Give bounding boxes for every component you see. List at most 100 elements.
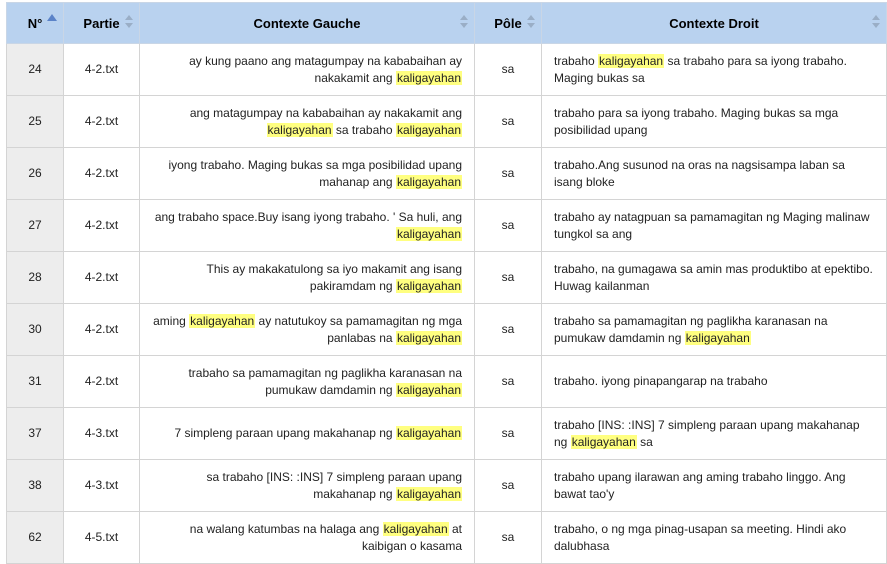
cell-contexte-gauche: ang matagumpay na kababaihan ay nakakami… [139,95,475,148]
table-row[interactable]: 37 4-3.txt 7 simpleng paraan upang makahan… [6,407,887,460]
cell-num: 38 [6,459,64,512]
sort-icon [125,15,133,29]
cell-contexte-droit: trabaho sa pamamagitan ng paglikha karan… [541,303,887,356]
column-header-num[interactable]: N° [6,2,64,44]
table-body: 24 4-2.txt ay kung paano ang matagumpay na… [6,43,887,564]
cell-contexte-gauche: na walang katumbas na halaga ang kaligay… [139,511,475,564]
cell-contexte-gauche: ang trabaho space.Buy isang iyong trabah… [139,199,475,252]
keyword-highlight: kaligayahan [598,53,665,68]
cell-contexte-droit: trabaho ay natagpuan sa pamamagitan ng M… [541,199,887,252]
cell-pole: sa [474,303,542,356]
keyword-highlight: kaligayahan [395,426,462,440]
context-text: sa [636,434,653,449]
cell-contexte-gauche: This ay makakatulong sa iyo makamit ang … [139,251,475,304]
cell-contexte-gauche: sa trabaho [INS: :INS] 7 simpleng paraan… [139,459,475,512]
keyword-highlight: kaligayahan [395,122,462,137]
cell-contexte-droit: trabaho kaligayahan sa trabaho para sa i… [541,43,887,96]
cell-pole: sa [474,95,542,148]
header-row: N° Partie Contexte Gauche Pôle Contexte … [6,2,887,44]
keyword-highlight: kaligayahan [395,278,462,293]
column-header-contexte-gauche[interactable]: Contexte Gauche [139,2,475,44]
cell-pole: sa [474,43,542,96]
cell-contexte-gauche: iyong trabaho. Maging bukas sa mga posib… [139,147,475,200]
cell-partie: 4-3.txt [63,459,140,512]
keyword-highlight: kaligayahan [189,313,256,328]
context-text: trabaho, na gumagawa sa amin mas produkt… [554,261,873,293]
table-row[interactable]: 31 4-2.txt trabaho sa pamamagitan ng pagli… [6,355,887,408]
cell-partie: 4-2.txt [63,251,140,304]
context-text: ang matagumpay na kababaihan ay nakakami… [189,105,462,120]
table-row[interactable]: 30 4-2.txt aming kaligayahan ay natutukoy … [6,303,887,356]
cell-contexte-droit: trabaho.Ang susunod na oras na nagsisamp… [541,147,887,200]
context-text: trabaho, o ng mga pinag-usapan sa meetin… [554,521,847,553]
context-text: trabaho para sa iyong trabaho. Maging bu… [554,105,839,137]
cell-contexte-gauche: 7 simpleng paraan upang makahanap ng kal… [139,407,475,460]
context-text: trabaho. iyong pinapangarap na trabaho [554,374,768,388]
cell-num: 25 [6,95,64,148]
table-row[interactable]: 28 4-2.txt This ay makakatulong sa iyo mak… [6,251,887,304]
keyword-highlight: kaligayahan [382,521,449,536]
cell-partie: 4-5.txt [63,511,140,564]
cell-num: 24 [6,43,64,96]
cell-num: 31 [6,355,64,408]
keyword-highlight: kaligayahan [395,382,462,397]
keyword-highlight: kaligayahan [395,174,462,189]
cell-num: 26 [6,147,64,200]
context-text: sa trabaho [332,122,396,137]
table-row[interactable]: 24 4-2.txt ay kung paano ang matagumpay na… [6,43,887,96]
sort-icon [872,15,880,29]
cell-num: 27 [6,199,64,252]
sort-icon [460,15,468,29]
cell-partie: 4-2.txt [63,199,140,252]
cell-partie: 4-2.txt [63,147,140,200]
cell-contexte-gauche: ay kung paano ang matagumpay na kababaih… [139,43,475,96]
keyword-highlight: kaligayahan [570,434,637,449]
cell-pole: sa [474,355,542,408]
cell-contexte-droit: trabaho [INS: :INS] 7 simpleng paraan up… [541,407,887,460]
context-text: na walang katumbas na halaga ang [189,521,383,536]
table-row[interactable]: 27 4-2.txt ang trabaho space.Buy isang iyo… [6,199,887,252]
keyword-highlight: kaligayahan [395,70,462,85]
keyword-highlight: kaligayahan [395,486,462,501]
cell-contexte-droit: trabaho, o ng mga pinag-usapan sa meetin… [541,511,887,564]
context-text: trabaho upang ilarawan ang aming trabaho… [554,469,846,501]
table-row[interactable]: 25 4-2.txt ang matagumpay na kababaihan ay… [6,95,887,148]
cell-pole: sa [474,407,542,460]
sort-ascending-icon [47,14,57,22]
table-row[interactable]: 62 4-5.txt na walang katumbas na halaga an… [6,511,887,564]
column-header-contexte-droit[interactable]: Contexte Droit [541,2,887,44]
cell-contexte-gauche: aming kaligayahan ay natutukoy sa pamama… [139,303,475,356]
context-text: 7 simpleng paraan upang makahanap ng [174,426,396,440]
column-header-partie[interactable]: Partie [63,2,140,44]
keyword-highlight: kaligayahan [266,122,333,137]
column-header-pole[interactable]: Pôle [474,2,542,44]
cell-partie: 4-2.txt [63,43,140,96]
cell-pole: sa [474,511,542,564]
keyword-highlight: kaligayahan [395,226,462,241]
cell-pole: sa [474,459,542,512]
concordance-table: N° Partie Contexte Gauche Pôle Contexte … [6,2,887,564]
cell-partie: 4-2.txt [63,303,140,356]
cell-partie: 4-3.txt [63,407,140,460]
sort-icon [527,15,535,29]
context-text: trabaho.Ang susunod na oras na nagsisamp… [554,157,845,189]
context-text: aming [153,313,190,328]
cell-num: 30 [6,303,64,356]
context-text: ang trabaho space.Buy isang iyong trabah… [154,209,462,224]
context-text: trabaho ay natagpuan sa pamamagitan ng M… [554,209,870,241]
table-row[interactable]: 38 4-3.txt sa trabaho [INS: :INS] 7 simple… [6,459,887,512]
cell-partie: 4-2.txt [63,355,140,408]
cell-contexte-droit: trabaho upang ilarawan ang aming trabaho… [541,459,887,512]
cell-num: 28 [6,251,64,304]
keyword-highlight: kaligayahan [395,330,462,345]
cell-pole: sa [474,251,542,304]
keyword-highlight: kaligayahan [684,330,751,345]
table-row[interactable]: 26 4-2.txt iyong trabaho. Maging bukas sa … [6,147,887,200]
cell-num: 62 [6,511,64,564]
cell-contexte-droit: trabaho, na gumagawa sa amin mas produkt… [541,251,887,304]
cell-contexte-droit: trabaho. iyong pinapangarap na trabaho [541,355,887,408]
cell-contexte-gauche: trabaho sa pamamagitan ng paglikha karan… [139,355,475,408]
cell-num: 37 [6,407,64,460]
context-text: trabaho [554,53,599,68]
cell-pole: sa [474,199,542,252]
